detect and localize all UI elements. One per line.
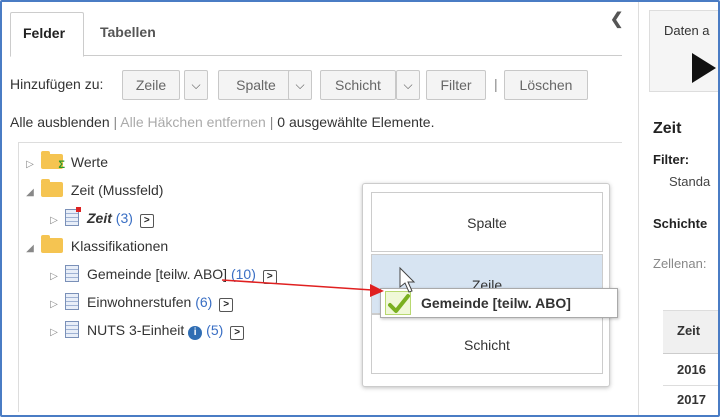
table-header: Zeit — [663, 310, 718, 354]
filter-label: Filter: — [653, 152, 690, 167]
tree-node-einwohnerstufen[interactable]: ▷ Einwohnerstufen (6) > — [47, 291, 234, 316]
tree-node-label: Zeit — [87, 210, 112, 226]
expand-square-icon[interactable]: > — [262, 270, 277, 284]
dragged-item: Gemeinde [teilw. ABO] — [380, 288, 618, 318]
tree-node-label: Werte — [70, 154, 108, 170]
remove-checks-link: Alle Häkchen entfernen — [120, 114, 266, 130]
table-row: 2016 — [663, 356, 718, 386]
output-panel: Daten a Zeit Filter: Standa Schichte Zel… — [638, 2, 718, 415]
document-icon — [65, 207, 81, 226]
selected-count-text: 0 ausgewählte Elemente. — [277, 114, 435, 130]
expand-triangle-icon[interactable]: ▷ — [23, 154, 37, 176]
expand-square-icon[interactable]: > — [230, 326, 245, 340]
data-label: Daten a — [664, 23, 710, 38]
tree-node-gemeinde[interactable]: ▷ Gemeinde [teilw. ABO] (10) > — [47, 263, 277, 285]
collapse-panel-icon[interactable]: ❮ — [610, 12, 624, 28]
table-cell: 2016 — [677, 362, 706, 377]
link-separator: | — [113, 114, 118, 130]
layer-button[interactable]: Schicht — [320, 70, 396, 100]
tree-node-werte[interactable]: ▷ Σ Werte — [23, 151, 108, 173]
collapse-triangle-icon[interactable]: ◢ — [23, 238, 37, 260]
expand-square-icon[interactable]: > — [139, 214, 154, 228]
folder-icon — [41, 179, 63, 197]
filter-value: Standa — [669, 174, 711, 189]
expand-triangle-icon[interactable]: ▷ — [47, 266, 61, 288]
info-icon[interactable]: i — [188, 326, 203, 340]
tree-node-label: Klassifikationen — [70, 238, 169, 254]
layers-label: Schichte — [653, 216, 708, 231]
table-cell: 2017 — [677, 392, 706, 407]
tree-node-label: Einwohnerstufen — [87, 294, 192, 310]
layer-dropdown-chevron-icon[interactable]: ⌵ — [396, 70, 420, 100]
item-count: (3) — [115, 210, 133, 226]
row-button[interactable]: Zeile — [122, 70, 180, 100]
tree-node-label: NUTS 3-Einheit — [87, 322, 185, 338]
toolbar-separator: | — [494, 76, 498, 92]
panel-heading: Zeit — [653, 120, 682, 137]
tab-tabellen[interactable]: Tabellen — [88, 12, 168, 56]
drop-target-column[interactable]: Spalte — [371, 192, 603, 252]
dragged-item-label: Gemeinde [teilw. ABO] — [421, 295, 571, 311]
add-to-label: Hinzufügen zu: — [10, 76, 104, 92]
cells-label: Zellenan: — [653, 256, 707, 271]
table-header-cell: Zeit — [677, 323, 701, 338]
tree-node-zeit[interactable]: ▷ Zeit (3) > — [47, 207, 154, 229]
table-row: 2017 — [663, 386, 718, 415]
tab-felder[interactable]: Felder — [10, 12, 84, 57]
document-icon — [65, 321, 79, 338]
folder-icon — [41, 235, 63, 253]
row-dropdown-chevron-icon[interactable]: ⌵ — [184, 70, 208, 100]
tree-node-label: Zeit (Mussfeld) — [70, 182, 164, 198]
tree-node-zeit-folder[interactable]: ◢ Zeit (Mussfeld) — [23, 179, 163, 201]
drop-target-popup: Spalte Zeile Schicht — [362, 183, 610, 387]
delete-button[interactable]: Löschen — [504, 70, 588, 100]
expand-triangle-icon[interactable]: ▷ — [47, 294, 61, 316]
item-count: (5) — [206, 322, 224, 338]
document-icon — [65, 293, 79, 310]
checkmark-icon — [385, 291, 411, 315]
tree-node-label: Gemeinde [teilw. ABO] — [87, 266, 228, 282]
tab-bar: Felder Tabellen — [10, 12, 622, 57]
play-icon[interactable] — [692, 53, 716, 83]
item-count: (10) — [230, 266, 256, 282]
run-data-card[interactable]: Daten a — [649, 10, 718, 92]
tree-node-nuts[interactable]: ▷ NUTS 3-Einheit i (5) > — [47, 319, 245, 344]
selection-links: Alle ausblenden | Alle Häkchen entfernen… — [10, 114, 434, 130]
hide-all-link[interactable]: Alle ausblenden — [10, 114, 110, 130]
link-separator: | — [269, 114, 274, 130]
expand-triangle-icon[interactable]: ▷ — [47, 322, 61, 344]
tree-node-klassifikationen[interactable]: ◢ Klassifikationen — [23, 235, 168, 257]
drop-target-layer[interactable]: Schicht — [371, 314, 603, 374]
item-count: (6) — [195, 294, 213, 310]
expand-triangle-icon[interactable]: ▷ — [47, 210, 61, 232]
filter-button[interactable]: Filter — [426, 70, 486, 100]
document-icon — [65, 265, 79, 282]
expand-square-icon[interactable]: > — [219, 298, 234, 312]
column-button[interactable]: Spalte — [218, 70, 294, 100]
column-dropdown-chevron-icon[interactable]: ⌵ — [288, 70, 312, 100]
collapse-triangle-icon[interactable]: ◢ — [23, 182, 37, 204]
values-folder-icon: Σ — [41, 151, 65, 171]
